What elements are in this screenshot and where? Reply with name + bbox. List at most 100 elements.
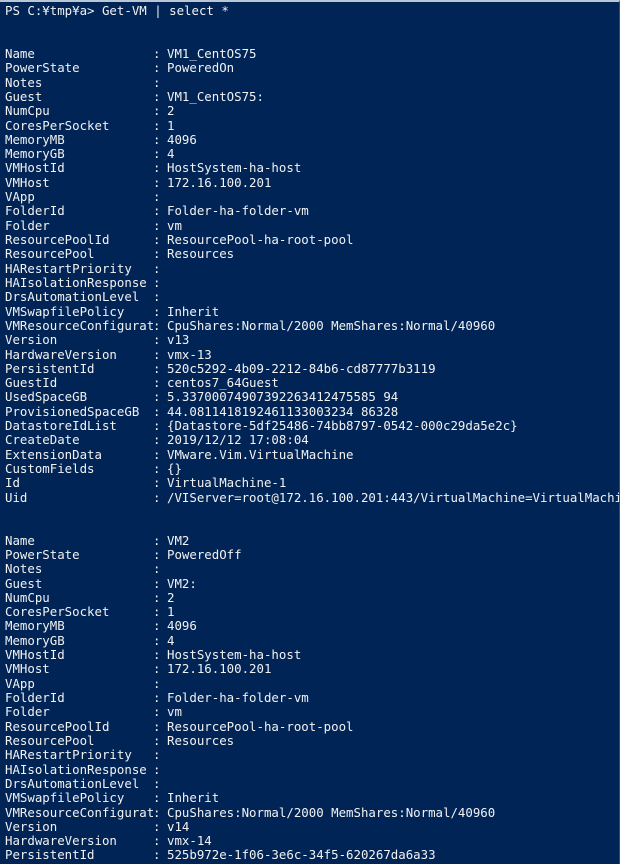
property-separator: :: [153, 289, 161, 305]
property-name: VMHost: [5, 175, 50, 190]
property-separator: :: [153, 403, 161, 419]
property-separator: :: [153, 303, 161, 319]
powershell-console-window[interactable]: PS C:¥tmp¥a> Get-VM | select * Name: VM1_…: [0, 0, 620, 864]
property-separator: :: [153, 103, 161, 119]
property-value: VM1_CentOS75: [167, 45, 257, 61]
property-row: MemoryMB:4096: [5, 619, 617, 634]
property-value: vm: [167, 217, 182, 233]
property-row: ResourcePool: Resources: [5, 733, 617, 748]
property-name: Version: [5, 819, 58, 834]
property-separator: :: [153, 375, 161, 391]
property-value: vmx-13: [167, 346, 212, 362]
property-row: HardwareVersion: vmx-13: [5, 346, 617, 362]
property-value: VirtualMachine-1: [167, 475, 287, 491]
property-name: HARestartPriority: [5, 261, 132, 276]
property-row: VApp:: [5, 189, 617, 204]
property-name: Folder: [5, 218, 50, 233]
property-name: PowerState: [5, 547, 80, 562]
property-row: Notes:: [5, 561, 617, 577]
property-row: PowerState: PoweredOff: [5, 546, 617, 562]
property-value: HostSystem-ha-host: [167, 160, 302, 176]
property-name: ProvisionedSpaceGB: [5, 404, 140, 419]
property-value: 525b972e-1f06-3e6c-34f5-620267da6a33: [167, 847, 436, 863]
property-row: VMResourceConfiguration: CpuShares:Normal…: [5, 317, 617, 333]
property-name: Name: [5, 533, 35, 548]
property-name: Notes: [5, 562, 43, 577]
property-name: ResourcePool: [5, 247, 95, 262]
property-name: FolderId: [5, 204, 65, 219]
property-separator: :: [153, 647, 161, 663]
property-name: ResourcePool: [5, 733, 95, 748]
property-value: vmx-14: [167, 833, 212, 849]
property-value: PoweredOff: [167, 546, 242, 562]
property-separator: :: [153, 847, 161, 863]
property-separator: :: [153, 45, 161, 61]
property-row: CoresPerSocket:1: [5, 117, 617, 133]
property-value: CpuShares:Normal/2000 MemShares:Normal/4…: [167, 317, 496, 333]
property-value: Inherit: [167, 790, 220, 806]
property-value: 2: [167, 103, 175, 119]
property-separator: :: [153, 317, 161, 333]
property-name: DrsAutomationLevel: [5, 776, 140, 791]
property-value: Resources: [167, 246, 235, 262]
property-row: PowerState: PoweredOn: [5, 60, 617, 76]
property-value: {}: [167, 461, 182, 476]
property-separator: :: [153, 88, 161, 104]
property-name: Guest: [5, 89, 43, 104]
property-row: PersistentId:525b972e-1f06-3e6c-34f5-620…: [5, 847, 617, 863]
property-separator: :: [153, 274, 161, 290]
property-value: v13: [167, 332, 190, 348]
property-separator: :: [153, 761, 161, 777]
property-name: Folder: [5, 705, 50, 720]
property-value: 4096: [167, 131, 197, 147]
property-row: MemoryGB:4: [5, 633, 617, 648]
property-separator: :: [153, 232, 161, 247]
property-row: Version: v13: [5, 332, 617, 348]
property-separator: :: [153, 532, 161, 548]
property-value: HostSystem-ha-host: [167, 647, 302, 663]
property-separator: :: [153, 389, 161, 405]
property-separator: :: [153, 833, 161, 849]
property-value: Folder-ha-folder-vm: [167, 690, 309, 705]
property-row: DrsAutomationLevel:: [5, 776, 617, 791]
property-separator: :: [153, 360, 161, 376]
property-value: 1: [167, 117, 175, 133]
property-row: NumCpu:2: [5, 103, 617, 119]
property-name: MemoryGB: [5, 633, 65, 648]
property-name: ResourcePoolId: [5, 719, 110, 734]
property-name: CoresPerSocket: [5, 118, 110, 133]
property-separator: :: [153, 718, 161, 734]
property-separator: :: [153, 704, 161, 720]
property-name: PowerState: [5, 61, 80, 76]
property-row: VMHostId: HostSystem-ha-host: [5, 160, 617, 176]
property-row: DatastoreIdList: {Datastore-5df25486-74bb…: [5, 418, 617, 433]
property-row: ResourcePoolId: ResourcePool-ha-root-pool: [5, 718, 617, 734]
property-row: VMResourceConfiguration: CpuShares:Normal…: [5, 805, 617, 820]
property-name: CustomFields: [5, 462, 95, 476]
property-name: HAIsolationResponse: [5, 762, 147, 777]
property-row: UsedSpaceGB:5.33700074907392263412475585…: [5, 389, 617, 405]
property-value: ResourcePool-ha-root-pool: [167, 718, 354, 734]
property-name: FolderId: [5, 691, 65, 705]
property-value: Inherit: [167, 303, 220, 319]
property-name: DrsAutomationLevel: [5, 290, 140, 305]
property-value: VM2: [167, 532, 190, 548]
prompt-line[interactable]: PS C:¥tmp¥a> Get-VM | select *: [5, 3, 617, 18]
property-row: Name: VM2: [5, 532, 617, 548]
property-row: CoresPerSocket:1: [5, 604, 617, 620]
property-separator: :: [153, 747, 161, 763]
property-separator: :: [153, 589, 161, 605]
property-separator: :: [153, 546, 161, 562]
property-value: 520c5292-4b09-2212-84b6-cd87777b3119: [167, 360, 436, 376]
property-separator: :: [153, 661, 161, 677]
property-row: HardwareVersion: vmx-14: [5, 833, 617, 849]
property-separator: :: [153, 489, 161, 505]
property-row: Folder: vm: [5, 217, 617, 233]
property-separator: :: [153, 346, 161, 362]
property-row: VApp:: [5, 676, 617, 691]
property-name: ExtensionData: [5, 447, 102, 462]
property-separator: :: [153, 604, 161, 620]
console-output-area[interactable]: PS C:¥tmp¥a> Get-VM | select * Name: VM1_…: [5, 3, 619, 864]
property-row: HAIsolationResponse:: [5, 274, 617, 290]
